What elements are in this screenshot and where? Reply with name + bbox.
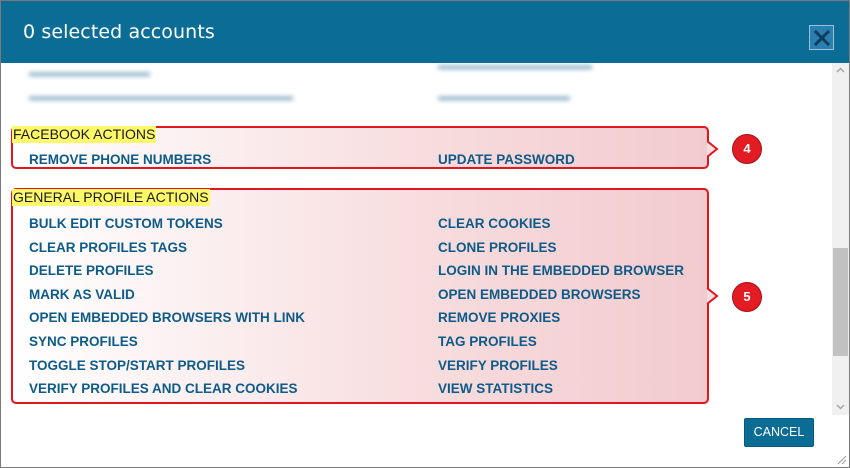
open-embedded-browsers-link[interactable]: OPEN EMBEDDED BROWSERS bbox=[438, 287, 641, 303]
verify-profiles-link[interactable]: VERIFY PROFILES bbox=[438, 358, 558, 374]
dialog-header: 0 selected accounts bbox=[1, 1, 849, 63]
delete-profiles-link[interactable]: DELETE PROFILES bbox=[29, 263, 154, 279]
remove-proxies-link[interactable]: REMOVE PROXIES bbox=[438, 310, 560, 326]
login-in-the-embedded-browser-link[interactable]: LOGIN IN THE EMBEDDED BROWSER bbox=[438, 263, 684, 279]
verify-profiles-and-clear-cookies-link[interactable]: VERIFY PROFILES AND CLEAR COOKIES bbox=[29, 381, 298, 397]
close-icon bbox=[814, 30, 830, 46]
callout-badge-5: 5 bbox=[732, 282, 762, 312]
dialog: 0 selected accounts ▬▬▬▬▬▬▬▬▬▬▬ ▬▬▬▬▬▬▬▬… bbox=[0, 0, 850, 468]
dialog-title: 0 selected accounts bbox=[23, 21, 215, 43]
blurred-action: ▬▬▬▬▬▬▬▬▬▬▬▬▬▬▬▬▬▬▬▬▬▬▬▬ bbox=[29, 91, 293, 103]
callout-badge-4: 4 bbox=[732, 134, 762, 164]
clear-profiles-tags-link[interactable]: CLEAR PROFILES TAGS bbox=[29, 240, 187, 256]
tag-profiles-link[interactable]: TAG PROFILES bbox=[438, 334, 537, 350]
blurred-action: ▬▬▬▬▬▬▬▬▬▬▬▬▬▬ bbox=[438, 63, 592, 72]
view-statistics-link[interactable]: VIEW STATISTICS bbox=[438, 381, 553, 397]
close-button[interactable] bbox=[809, 25, 834, 50]
scroll-down-arrow-icon[interactable] bbox=[836, 402, 845, 411]
callout-pointer-icon bbox=[707, 141, 719, 157]
blurred-action: ▬▬▬▬▬▬▬▬▬▬▬▬ bbox=[438, 91, 570, 103]
bulk-edit-custom-tokens-link[interactable]: BULK EDIT CUSTOM TOKENS bbox=[29, 216, 223, 232]
facebook-actions-title: FACEBOOK ACTIONS bbox=[12, 126, 157, 143]
mark-as-valid-link[interactable]: MARK AS VALID bbox=[29, 287, 135, 303]
resize-grip-icon[interactable] bbox=[835, 453, 847, 465]
clone-profiles-link[interactable]: CLONE PROFILES bbox=[438, 240, 557, 256]
scroll-up-arrow-icon[interactable] bbox=[836, 66, 845, 75]
remove-phone-numbers-link[interactable]: REMOVE PHONE NUMBERS bbox=[29, 152, 211, 168]
blurred-action: ▬▬▬▬▬▬▬▬▬▬▬ bbox=[29, 67, 150, 79]
scrollbar-thumb[interactable] bbox=[833, 248, 848, 356]
toggle-stop-start-profiles-link[interactable]: TOGGLE STOP/START PROFILES bbox=[29, 358, 245, 374]
open-embedded-browsers-with-link-link[interactable]: OPEN EMBEDDED BROWSERS WITH LINK bbox=[29, 310, 305, 326]
actions-content: ▬▬▬▬▬▬▬▬▬▬▬ ▬▬▬▬▬▬▬▬▬▬▬▬▬▬ ▬▬▬▬▬▬▬▬▬▬▬▬▬… bbox=[1, 63, 831, 415]
callout-pointer-icon bbox=[707, 288, 719, 304]
vertical-scrollbar[interactable] bbox=[832, 63, 849, 415]
cancel-button[interactable]: CANCEL bbox=[744, 418, 814, 447]
general-profile-actions-title: GENERAL PROFILE ACTIONS bbox=[12, 189, 210, 206]
update-password-link[interactable]: UPDATE PASSWORD bbox=[438, 152, 575, 168]
sync-profiles-link[interactable]: SYNC PROFILES bbox=[29, 334, 138, 350]
clear-cookies-link[interactable]: CLEAR COOKIES bbox=[438, 216, 551, 232]
